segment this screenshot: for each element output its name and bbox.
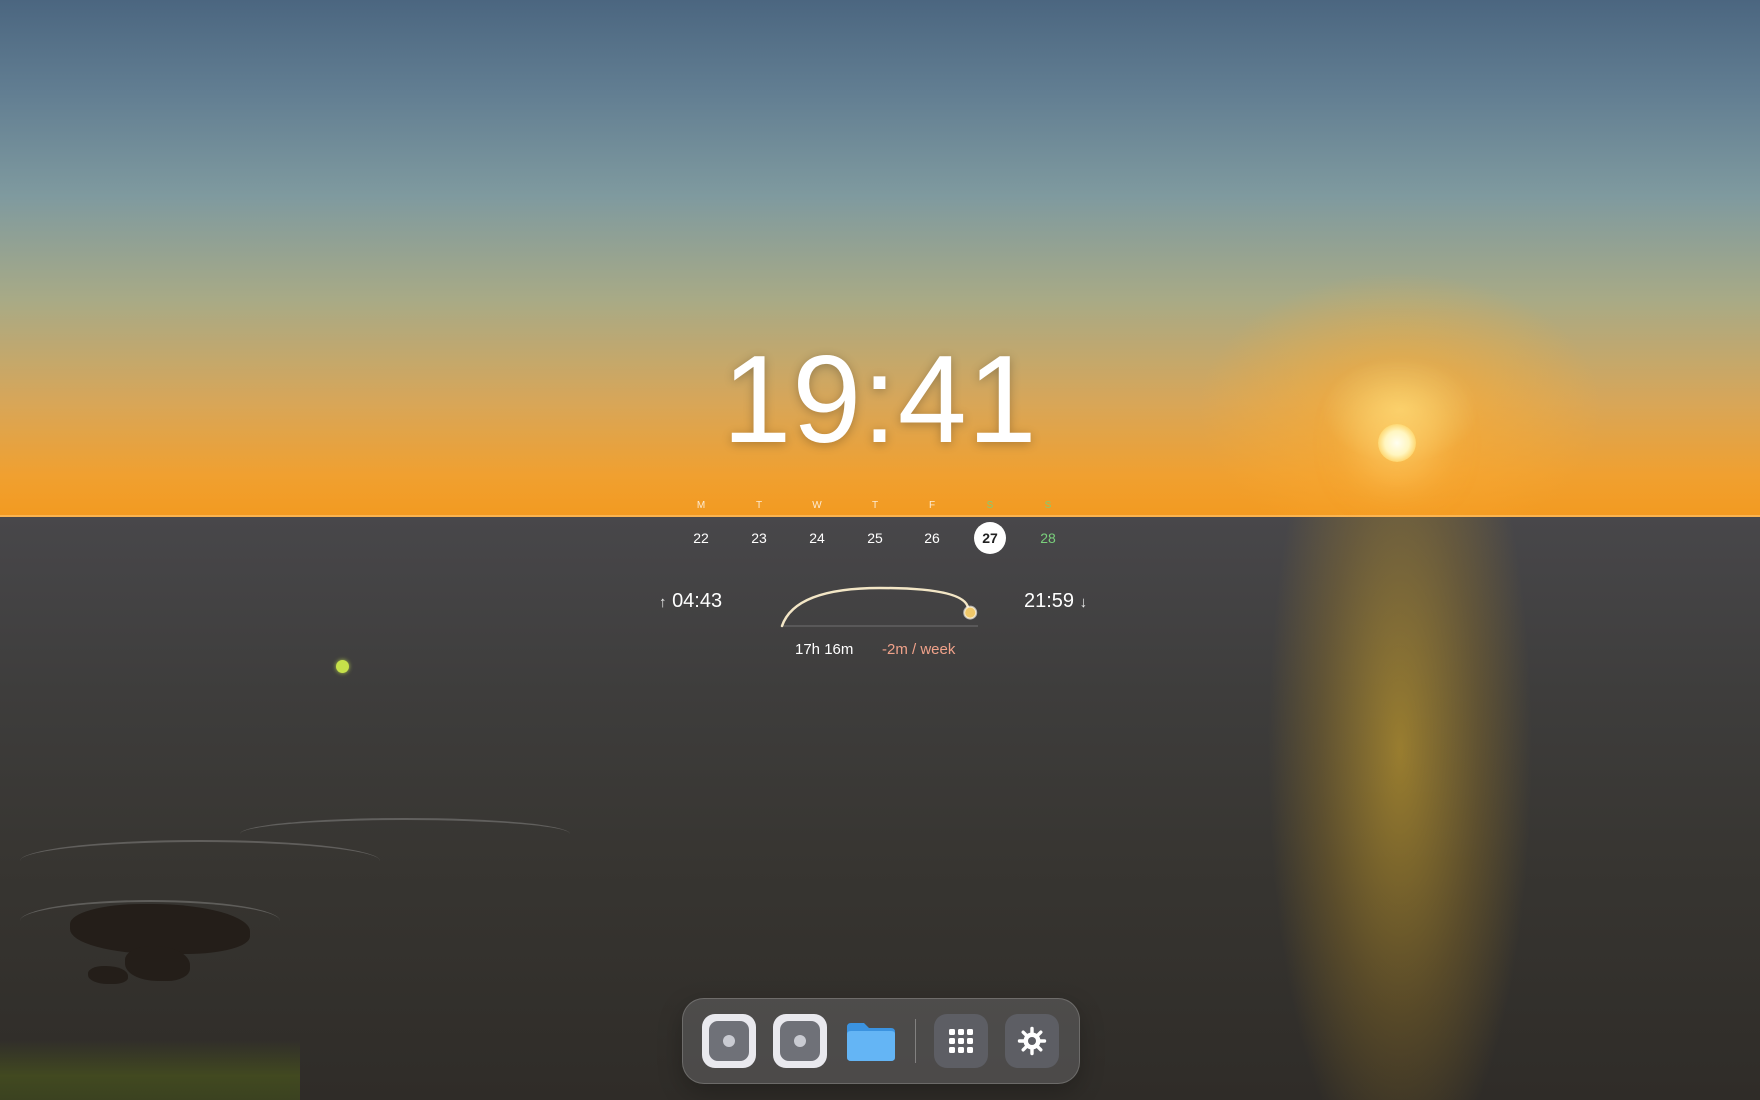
day-label: T — [755, 500, 763, 511]
clock: 19:41 — [722, 331, 1038, 469]
calendar-day[interactable]: S 28 — [1028, 500, 1068, 554]
day-number: 24 — [809, 530, 825, 546]
sunset: 21:59 ↓ — [1024, 590, 1087, 613]
arc-path — [780, 586, 970, 628]
day-number: 23 — [751, 530, 767, 546]
cursor-indicator — [336, 660, 349, 673]
grass — [0, 1040, 300, 1100]
day-label: T — [871, 500, 879, 511]
calendar-day[interactable]: W 24 — [797, 500, 837, 554]
app-icon — [780, 1021, 820, 1061]
day-number: 28 — [1040, 530, 1056, 546]
day-label: S — [986, 500, 994, 511]
folder-icon — [847, 1023, 895, 1061]
sunrise-time: 04:43 — [672, 590, 723, 612]
day-number: 25 — [867, 530, 883, 546]
day-label: S — [1044, 500, 1052, 511]
day-number: 26 — [924, 530, 940, 546]
sunrise: ↑ 04:43 — [659, 590, 722, 613]
dock-separator — [915, 1019, 916, 1063]
rock — [125, 946, 190, 981]
arrow-down-icon: ↓ — [1079, 594, 1088, 611]
dock-app-button[interactable] — [773, 1014, 827, 1068]
app-icon — [709, 1021, 749, 1061]
dock-app-grid-button[interactable] — [934, 1014, 988, 1068]
sunset-time: 21:59 — [1024, 590, 1075, 612]
day-number: 27 — [974, 522, 1006, 554]
sun-position-marker — [963, 605, 978, 620]
day-label: F — [928, 500, 936, 511]
calendar-day[interactable]: F 26 — [912, 500, 952, 554]
calendar-day[interactable]: T 23 — [739, 500, 779, 554]
gear-icon — [1017, 1026, 1047, 1056]
day-label: M — [696, 500, 706, 511]
dock-settings-button[interactable] — [1005, 1014, 1059, 1068]
day-length: 17h 16m — [795, 641, 854, 658]
day-label: W — [812, 500, 822, 511]
arrow-up-icon: ↑ — [659, 594, 667, 611]
rock — [88, 966, 128, 984]
calendar-day[interactable]: M 22 — [681, 500, 721, 554]
calendar-day-today[interactable]: S 27 — [970, 500, 1010, 554]
sun-arc — [780, 586, 978, 628]
sun-reflection — [1180, 517, 1620, 1100]
dock-app-button[interactable] — [702, 1014, 756, 1068]
day-length-trend: -2m / week — [882, 641, 956, 658]
dock-files-button[interactable] — [844, 1014, 898, 1068]
wave-foam — [240, 818, 570, 850]
calendar-day[interactable]: T 25 — [855, 500, 895, 554]
dock — [682, 998, 1080, 1084]
grid-icon — [949, 1029, 973, 1053]
day-number: 22 — [693, 530, 709, 546]
